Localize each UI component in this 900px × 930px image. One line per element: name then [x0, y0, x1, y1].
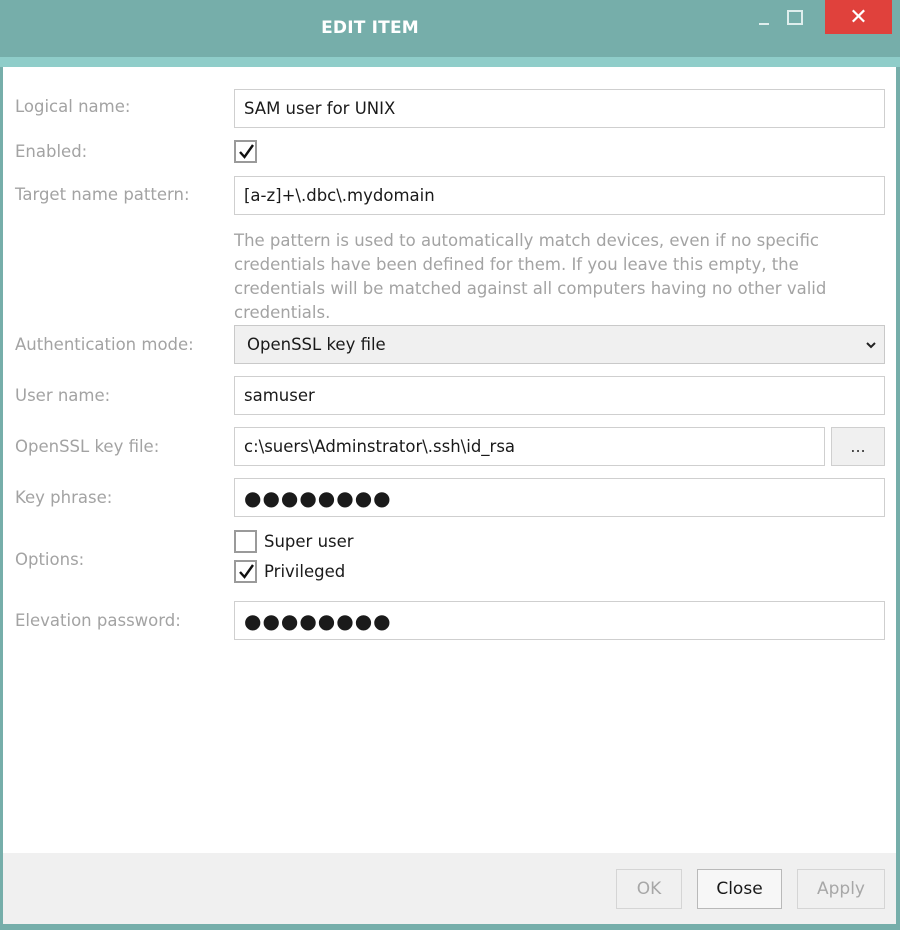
- target-pattern-label: Target name pattern:: [15, 185, 190, 204]
- auth-mode-value: OpenSSL key file: [247, 335, 386, 354]
- checkmark-icon: [239, 564, 254, 579]
- dialog-title: EDIT ITEM: [321, 18, 419, 38]
- logical-name-label: Logical name:: [15, 97, 131, 116]
- super-user-label[interactable]: Super user: [264, 532, 354, 551]
- close-icon: ✕: [849, 4, 868, 30]
- title-bar[interactable]: EDIT ITEM ✕: [0, 0, 900, 57]
- close-button[interactable]: Close: [697, 869, 782, 909]
- maximize-icon: [787, 9, 803, 25]
- key-file-label: OpenSSL key file:: [15, 437, 160, 456]
- user-name-label: User name:: [15, 386, 111, 405]
- auth-mode-select[interactable]: OpenSSL key file: [234, 325, 885, 364]
- elevation-password-label: Elevation password:: [15, 611, 181, 630]
- auth-mode-label: Authentication mode:: [15, 335, 194, 354]
- chevron-down-icon: [866, 342, 876, 349]
- enabled-checkbox[interactable]: [234, 140, 257, 163]
- title-accent-strip: [0, 57, 900, 67]
- key-phrase-input[interactable]: ●●●●●●●●: [234, 478, 885, 517]
- elevation-password-input[interactable]: ●●●●●●●●: [234, 601, 885, 640]
- privileged-checkbox[interactable]: [234, 560, 257, 583]
- window-bottom-border: [0, 924, 900, 930]
- minimize-icon: [759, 23, 769, 25]
- minimize-button[interactable]: [752, 0, 776, 34]
- pattern-hint-text: The pattern is used to automatically mat…: [234, 231, 827, 322]
- options-label: Options:: [15, 550, 85, 569]
- logical-name-input[interactable]: SAM user for UNIX: [234, 89, 885, 128]
- browse-key-file-button[interactable]: ...: [831, 427, 885, 466]
- privileged-label[interactable]: Privileged: [264, 562, 345, 581]
- checkmark-icon: [239, 144, 254, 159]
- ok-button[interactable]: OK: [616, 869, 682, 909]
- target-pattern-input[interactable]: [a-z]+\.dbc\.mydomain: [234, 176, 885, 215]
- close-window-button[interactable]: ✕: [825, 0, 892, 34]
- enabled-label: Enabled:: [15, 142, 88, 161]
- key-file-input[interactable]: c:\suers\Adminstrator\.ssh\id_rsa: [234, 427, 825, 466]
- dialog-window: EDIT ITEM ✕ Logical name: SAM user for U…: [0, 0, 900, 930]
- key-phrase-label: Key phrase:: [15, 488, 113, 507]
- maximize-button[interactable]: [783, 0, 807, 34]
- apply-button[interactable]: Apply: [797, 869, 885, 909]
- user-name-input[interactable]: samuser: [234, 376, 885, 415]
- super-user-checkbox[interactable]: [234, 530, 257, 553]
